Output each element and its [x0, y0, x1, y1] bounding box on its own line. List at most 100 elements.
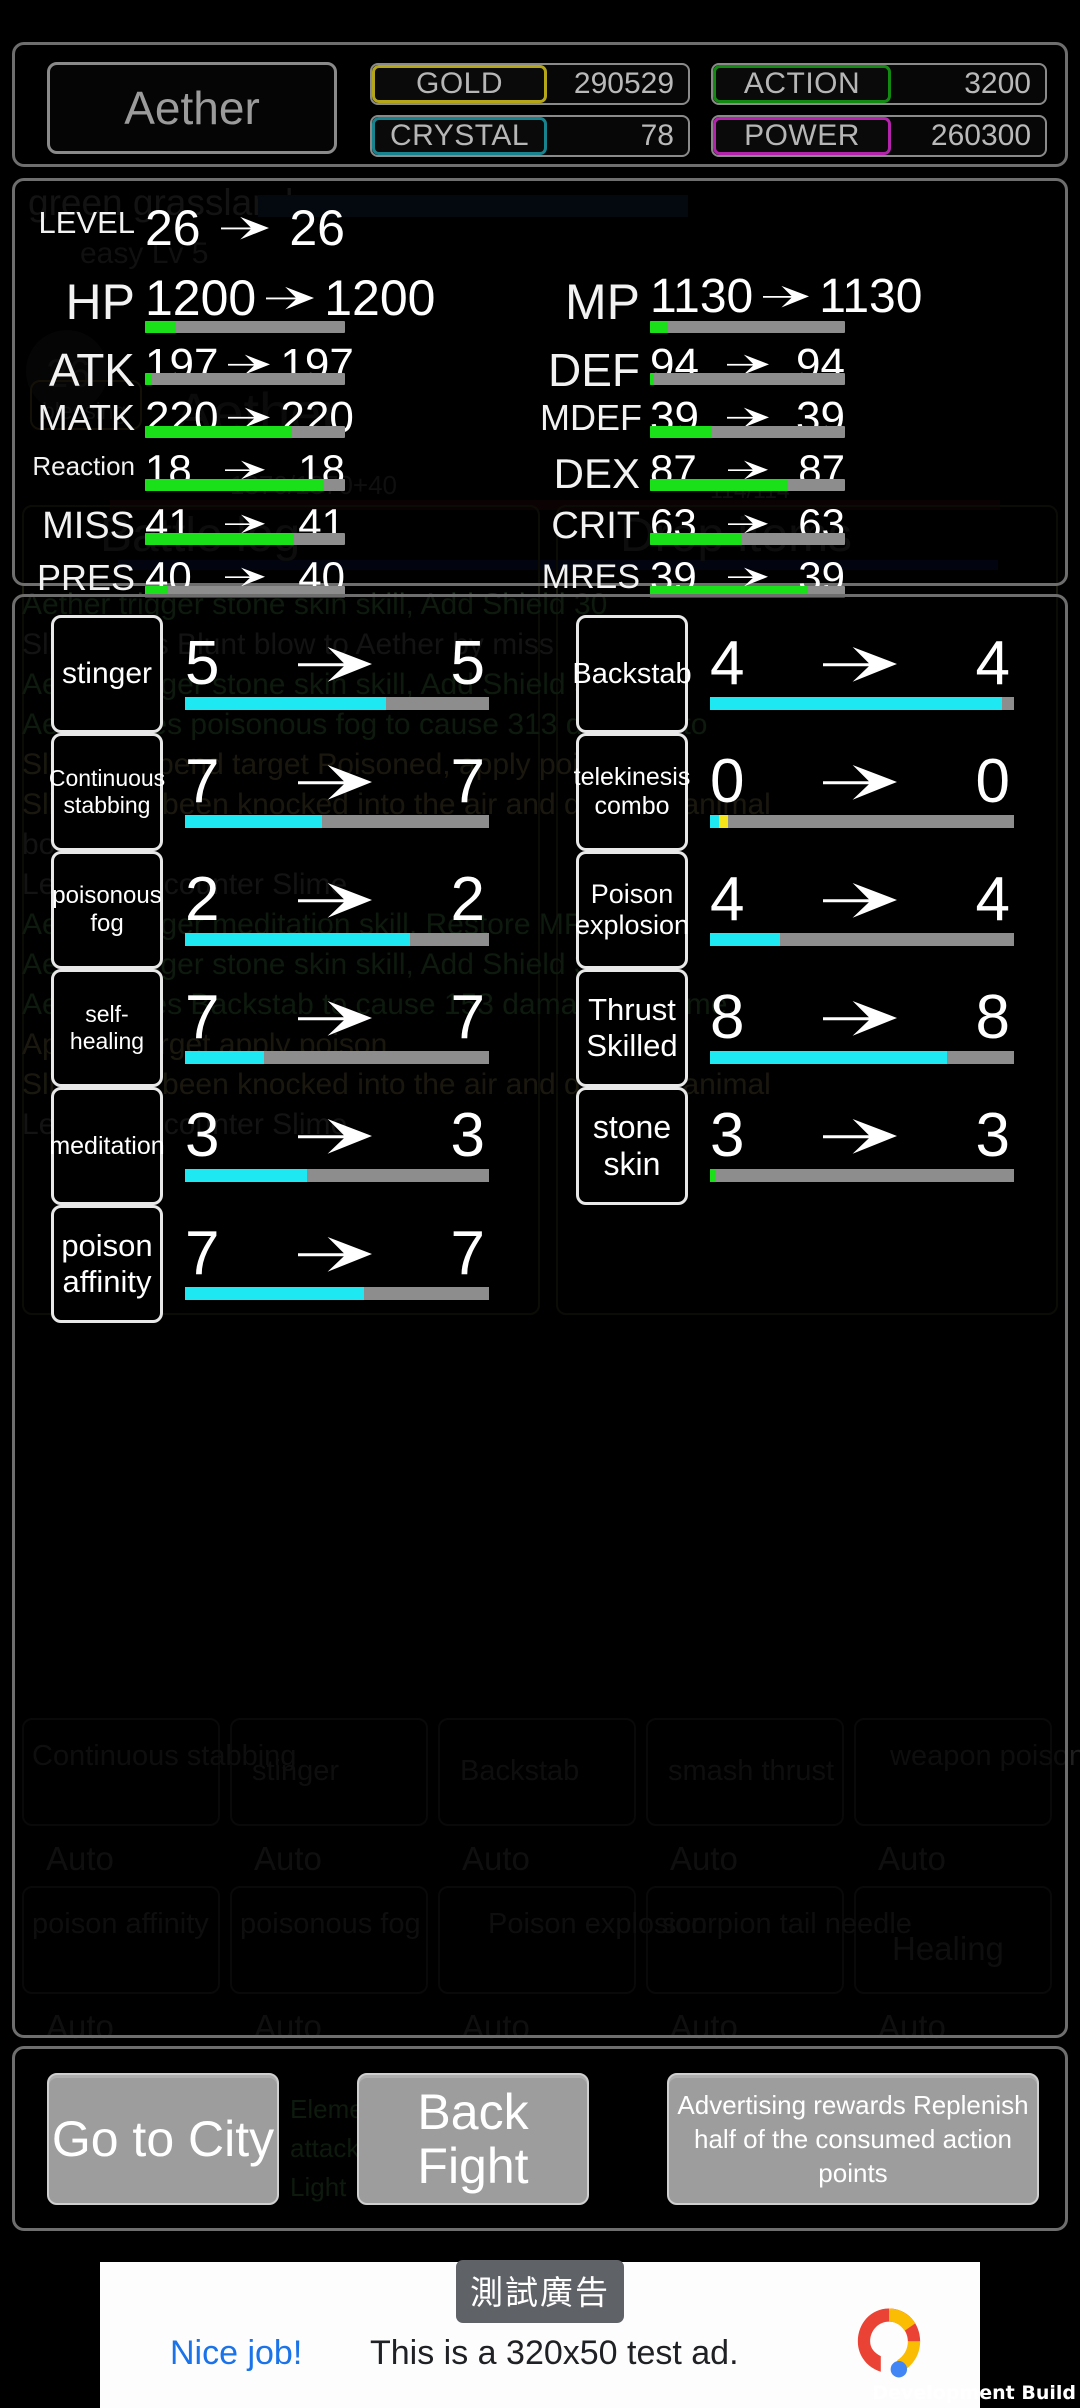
stat-label: DEX: [553, 450, 640, 497]
skill-values: 33: [185, 1105, 485, 1167]
resource-action[interactable]: ACTION 3200: [711, 63, 1047, 105]
skill-values: 88: [710, 987, 1010, 1049]
skill-values: 00: [710, 751, 1010, 813]
arrow-icon: [727, 513, 768, 535]
skill-name-badge[interactable]: self-healing: [51, 969, 163, 1087]
stat-label: ATK: [48, 344, 135, 396]
stat-label: MDEF: [540, 397, 642, 438]
skill-to-value: 3: [975, 1101, 1010, 1170]
arrow-icon: [298, 1116, 372, 1157]
resource-action-label: ACTION: [743, 67, 861, 100]
skill-from-value: 7: [185, 983, 220, 1052]
arrow-icon: [266, 285, 315, 311]
arrow-icon: [823, 1116, 897, 1157]
resource-action-value: 3200: [964, 67, 1031, 100]
ad-body-text: This is a 320x50 test ad.: [370, 2334, 739, 2372]
stat-progress-bar: [145, 426, 345, 438]
stat-to-value: 26: [289, 200, 345, 256]
skill-from-value: 7: [185, 1219, 220, 1288]
arrow-icon: [823, 644, 897, 685]
skill-progress-bar: [710, 1051, 1014, 1064]
stat-progress-bar: [650, 373, 845, 385]
skills-panel: stinger 5 5 Continuous stabbing 7 7 poisonous …: [12, 594, 1068, 2038]
skill-name-badge[interactable]: Poison explosion: [575, 851, 689, 969]
stat-label: LEVEL: [38, 205, 135, 240]
bottom-bar: Go to City Back Fight Advertising reward…: [12, 2046, 1068, 2231]
skill-progress-bar: [185, 1051, 489, 1064]
skill-name-badge[interactable]: telekinesis combo: [574, 733, 690, 851]
back-fight-button[interactable]: Back Fight: [357, 2073, 589, 2205]
stat-label: CRIT: [551, 505, 640, 547]
stat-values: 26 26: [145, 203, 345, 253]
ad-banner[interactable]: 測試廣告 Nice job! This is a 320x50 test ad.: [100, 2260, 980, 2408]
skill-from-value: 0: [710, 747, 745, 816]
resource-gold-value: 290529: [573, 67, 674, 100]
go-to-city-button[interactable]: Go to City: [47, 2073, 279, 2205]
resource-crystal[interactable]: CRYSTAL 78: [370, 115, 690, 157]
skills-column-left: stinger 5 5 Continuous stabbing 7 7 poisonous …: [15, 597, 540, 2035]
stats-column-right: MP 1130 1130 DEF 94 94 MDEF 39 39 DEX 87 87 CRIT 63 63…: [540, 181, 1065, 598]
ad-cta-link[interactable]: Nice job!: [170, 2334, 302, 2373]
arrow-icon: [763, 284, 810, 309]
skill-name-badge[interactable]: Backstab: [572, 615, 692, 733]
stat-label: MISS: [42, 505, 135, 547]
arrow-icon: [298, 880, 372, 921]
skill-to-value: 8: [975, 983, 1010, 1052]
skill-to-value: 7: [450, 747, 485, 816]
resource-crystal-label: CRYSTAL: [389, 119, 530, 152]
resource-power[interactable]: POWER 260300: [711, 115, 1047, 157]
resource-power-value: 260300: [930, 119, 1031, 152]
skill-to-value: 2: [450, 865, 485, 934]
skill-values: 77: [185, 987, 485, 1049]
stat-progress-bar: [145, 321, 345, 333]
skill-from-value: 7: [185, 747, 220, 816]
resource-power-tag: POWER: [713, 117, 891, 155]
skill-name-badge[interactable]: Continuous stabbing: [49, 733, 165, 851]
stat-label: HP: [65, 274, 135, 330]
skill-name-badge[interactable]: meditation: [49, 1087, 165, 1205]
skill-from-value: 4: [710, 865, 745, 934]
ad-badge: 測試廣告: [456, 2260, 624, 2323]
arrow-icon: [225, 513, 265, 535]
skill-from-value: 8: [710, 983, 745, 1052]
advertising-rewards-button[interactable]: Advertising rewards Replenish half of th…: [667, 2073, 1039, 2205]
stat-label: MP: [565, 274, 640, 330]
stat-from-value: 26: [145, 200, 201, 256]
arrow-icon: [823, 998, 897, 1039]
skills-column-right: Backstab 4 4 telekinesis combo 0 0 Poison expl…: [540, 597, 1065, 2035]
skill-name-badge[interactable]: stinger: [51, 615, 163, 733]
stat-progress-bar: [650, 533, 845, 545]
game-screen: green grassland easy Lv 5 Aether 1370/13…: [0, 0, 1080, 2408]
skill-name-badge[interactable]: poison affinity: [51, 1205, 163, 1323]
player-name: Aether: [124, 82, 260, 134]
stat-progress-bar: [145, 533, 345, 545]
skill-from-value: 3: [710, 1101, 745, 1170]
arrow-icon: [298, 998, 372, 1039]
stat-label: MATK: [37, 397, 135, 438]
resource-gold-tag: GOLD: [372, 65, 547, 103]
skill-to-value: 7: [450, 1219, 485, 1288]
header-panel: Aether GOLD 290529 ACTION 3200 CRYSTAL 7…: [12, 42, 1068, 167]
skill-values: 55: [185, 633, 485, 695]
skill-to-value: 7: [450, 983, 485, 1052]
skill-values: 77: [185, 751, 485, 813]
skill-name-badge[interactable]: Thrust Skilled: [576, 969, 688, 1087]
skill-values: 44: [710, 869, 1010, 931]
resource-action-tag: ACTION: [713, 65, 891, 103]
player-name-box[interactable]: Aether: [47, 62, 337, 154]
skill-name-badge[interactable]: stone skin: [576, 1087, 688, 1205]
skill-from-value: 3: [185, 1101, 220, 1170]
stat-progress-bar: [650, 426, 845, 438]
stat-label: Reaction: [32, 451, 135, 481]
skill-name-badge[interactable]: poisonous fog: [51, 851, 163, 969]
skill-values: 44: [710, 633, 1010, 695]
skill-to-value: 3: [450, 1101, 485, 1170]
skill-progress-bar: [710, 933, 1014, 946]
arrow-icon: [727, 566, 768, 588]
resource-gold[interactable]: GOLD 290529: [370, 63, 690, 105]
stat-label: PRES: [36, 557, 135, 598]
stat-values: 1200 1200: [145, 273, 435, 323]
arrow-icon: [298, 762, 372, 803]
arrow-icon: [727, 459, 768, 481]
skill-from-value: 4: [710, 629, 745, 698]
